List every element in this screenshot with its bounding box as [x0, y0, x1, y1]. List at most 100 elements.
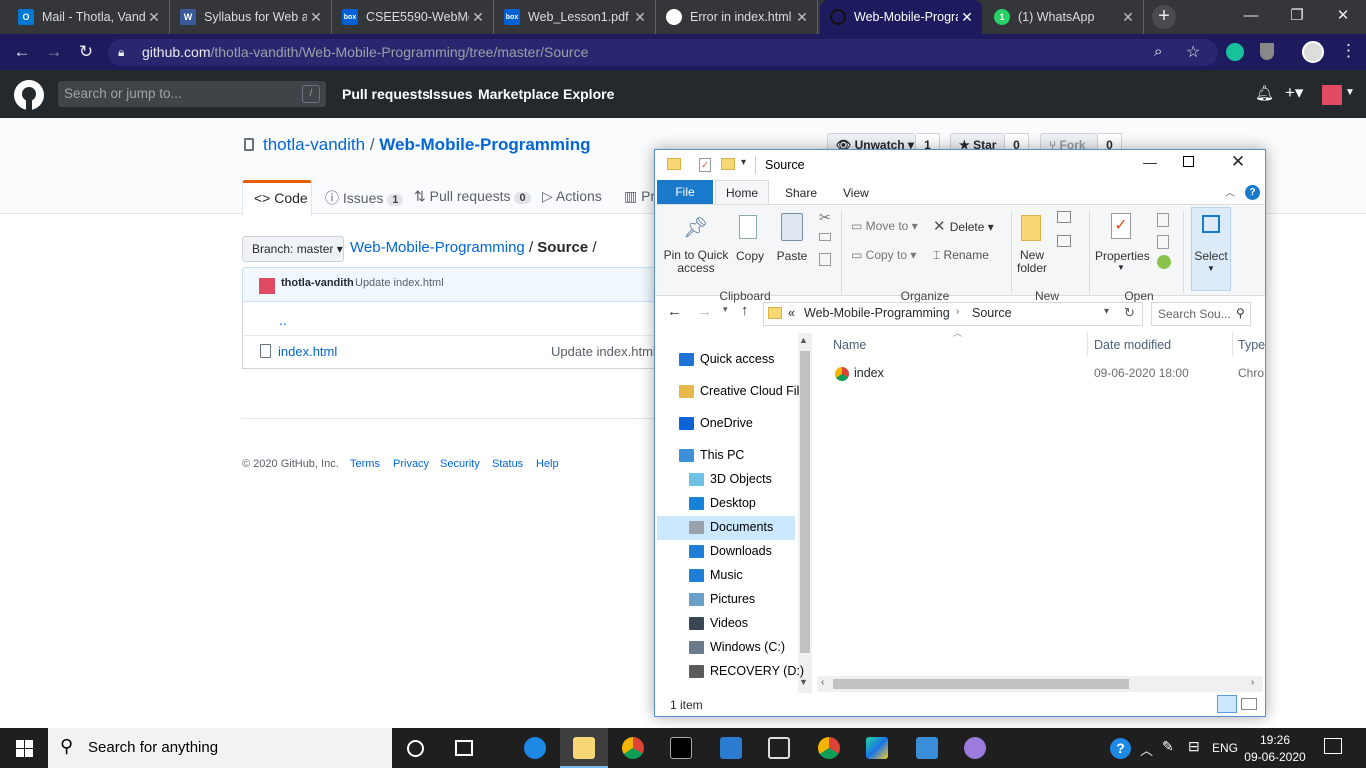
close-tab-icon[interactable]: ✕ — [469, 9, 487, 26]
language-indicator[interactable]: ENG — [1212, 741, 1238, 755]
refresh-icon[interactable]: ↻ — [1124, 305, 1135, 321]
recent-locations-icon[interactable]: ▾ — [723, 304, 728, 315]
address-overflow[interactable]: « — [788, 306, 795, 320]
minimize-icon[interactable]: — — [1228, 0, 1274, 34]
rename-button[interactable]: ⌶ Rename — [933, 248, 989, 263]
minimize-icon[interactable]: — — [1135, 154, 1165, 170]
nav-marketplace[interactable]: Marketplace — [478, 86, 559, 102]
close-tab-icon[interactable]: ✕ — [631, 9, 649, 26]
new-folder-quick-icon[interactable] — [721, 158, 735, 170]
edit-icon[interactable] — [1157, 235, 1169, 249]
delete-button[interactable]: ✕ Delete ▾ — [933, 217, 994, 235]
tab-code[interactable]: <> Code — [242, 180, 312, 215]
new-tab-button[interactable]: + — [1152, 5, 1176, 29]
breadcrumb-repo-link[interactable]: Web-Mobile-Programming — [350, 239, 525, 256]
ribbon-tab-file[interactable]: File — [657, 180, 713, 204]
search-input[interactable]: Search Sou... ⚲ — [1151, 302, 1251, 326]
new-folder-button[interactable]: New folder — [1015, 249, 1049, 275]
nav-item[interactable]: OneDrive — [679, 411, 753, 435]
clock-date[interactable]: 09-06-2020 — [1244, 750, 1306, 764]
scroll-thumb[interactable] — [800, 351, 810, 653]
file-link[interactable]: index.html — [278, 344, 337, 359]
address-dropdown-icon[interactable]: ▾ — [1104, 306, 1109, 317]
browser-tab[interactable]: O Mail - Thotla, Vandith✕ — [8, 0, 170, 34]
close-tab-icon[interactable]: ✕ — [145, 9, 163, 26]
properties-button[interactable]: Properties — [1095, 249, 1150, 263]
webstorm-icon[interactable] — [866, 737, 888, 759]
details-view-icon[interactable] — [1217, 695, 1237, 713]
close-icon[interactable]: ✕ — [1223, 152, 1253, 172]
nav-pull-requests[interactable]: Pull requests — [342, 86, 430, 102]
create-new-icon[interactable]: +▾ — [1285, 83, 1303, 103]
history-icon[interactable] — [1157, 255, 1171, 269]
pin-to-quick-access-button[interactable]: Pin to Quick access — [661, 249, 731, 275]
clock-time[interactable]: 19:26 — [1251, 733, 1299, 747]
scroll-up-icon[interactable]: ▲ — [799, 335, 808, 345]
browser-tab[interactable]: box Web_Lesson1.pdf ✕ — [494, 0, 656, 34]
tab-pull-requests[interactable]: ⇅ Pull requests 0 — [414, 188, 531, 205]
chevron-down-icon[interactable]: ▼ — [1117, 263, 1125, 272]
network-icon[interactable]: ⊟ — [1188, 738, 1200, 755]
address-bar[interactable]: « Web-Mobile-Programming › Source ▾ ↻ — [763, 302, 1143, 326]
browser-tab[interactable]: 1 (1) WhatsApp ✕ — [984, 0, 1144, 34]
forward-icon[interactable]: → — [42, 42, 66, 62]
commit-author-link[interactable]: thotla-vandith — [281, 277, 354, 289]
nav-item[interactable]: Creative Cloud Fil — [679, 379, 799, 403]
chevron-up-icon[interactable]: ︿ — [1140, 740, 1153, 759]
nav-item[interactable]: Pictures — [689, 587, 755, 611]
3d-viewer-icon[interactable] — [768, 737, 790, 759]
github-desktop-icon[interactable] — [964, 737, 986, 759]
ribbon-tab-view[interactable]: View — [843, 186, 869, 200]
grammarly-icon[interactable] — [1226, 43, 1244, 61]
paste-button[interactable]: Paste — [775, 249, 809, 263]
close-tab-icon[interactable]: ✕ — [307, 9, 325, 26]
customize-toolbar-icon[interactable]: ▾ — [741, 157, 746, 168]
nav-item[interactable]: 3D Objects — [689, 467, 772, 491]
profile-avatar[interactable] — [1302, 41, 1324, 63]
bookmark-star-icon[interactable]: ☆ — [1186, 42, 1200, 62]
nav-item[interactable]: RECOVERY (D:) — [689, 659, 804, 683]
forward-icon[interactable]: → — [697, 303, 712, 320]
maximize-icon[interactable] — [1183, 156, 1194, 167]
terminal-icon[interactable] — [670, 737, 692, 759]
footer-link[interactable]: Privacy — [393, 458, 429, 470]
ribbon-tab-home[interactable]: Home — [715, 180, 769, 205]
large-icons-view-icon[interactable] — [1241, 698, 1257, 710]
restore-icon[interactable]: ❐ — [1274, 0, 1320, 34]
branch-select[interactable]: Branch: master ▾ — [242, 236, 344, 262]
reload-icon[interactable]: ↻ — [74, 42, 98, 62]
column-header-date[interactable]: Date modified — [1094, 338, 1171, 352]
back-icon[interactable]: ← — [10, 42, 34, 62]
github-logo-icon[interactable] — [14, 80, 44, 110]
scroll-thumb[interactable] — [833, 679, 1129, 689]
footer-link[interactable]: Security — [440, 458, 480, 470]
collapse-ribbon-icon[interactable]: ︿ — [1225, 184, 1235, 199]
edge-icon[interactable] — [524, 737, 546, 759]
tab-projects[interactable]: ▥ Pr — [624, 188, 655, 205]
tab-issues[interactable]: ⓘ Issues 1 — [325, 188, 404, 208]
notifications-icon[interactable] — [1324, 738, 1342, 754]
footer-link[interactable]: Status — [492, 458, 523, 470]
open-icon[interactable] — [1157, 213, 1169, 227]
nav-item[interactable]: Quick access — [679, 347, 774, 371]
address-segment[interactable]: Web-Mobile-Programming — [804, 306, 950, 320]
nav-item[interactable]: This PC — [679, 443, 744, 467]
ribbon-tab-share[interactable]: Share — [785, 186, 817, 200]
github-search-input[interactable]: Search or jump to... — [58, 81, 326, 107]
user-avatar[interactable] — [1322, 85, 1342, 105]
close-tab-icon[interactable]: ✕ — [1119, 9, 1137, 26]
repo-name-link[interactable]: Web-Mobile-Programming — [379, 135, 590, 154]
chevron-down-icon[interactable]: ▼ — [1345, 87, 1355, 98]
close-tab-icon[interactable]: ✕ — [793, 9, 811, 26]
tab-actions[interactable]: ▷ Actions — [542, 188, 602, 205]
browser-tab[interactable]: W Syllabus for Web and Mobile✕ — [170, 0, 332, 34]
copy-to-button[interactable]: ▭ Copy to ▾ — [851, 248, 916, 262]
file-row[interactable]: index 09-06-2020 18:00 Chro — [833, 366, 1264, 386]
new-item-icon[interactable] — [1057, 211, 1071, 223]
help-icon[interactable]: ? — [1110, 738, 1131, 759]
nav-item[interactable]: Music — [689, 563, 743, 587]
scroll-left-icon[interactable]: ‹ — [821, 677, 824, 688]
vscode-icon[interactable] — [720, 737, 742, 759]
footer-link[interactable]: Terms — [350, 458, 380, 470]
column-header-name[interactable]: Name — [833, 338, 866, 352]
